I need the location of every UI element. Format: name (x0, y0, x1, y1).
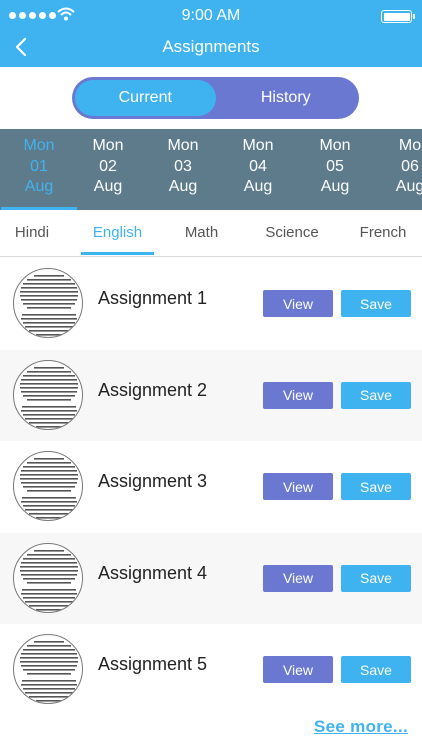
assignment-title: Assignment 2 (98, 379, 208, 400)
date-month: Aug (395, 178, 422, 195)
date-date: 04 (249, 157, 267, 175)
document-thumbnail (13, 359, 83, 430)
date-day: Mon (167, 137, 199, 154)
document-thumbnail (13, 634, 83, 704)
subject-tabs: Hindi English Math Science French (0, 210, 422, 257)
document-thumbnail (13, 451, 83, 521)
save-button[interactable]: Save (341, 381, 411, 409)
subject-tab-science[interactable]: Science (252, 210, 332, 257)
date-month: Aug (93, 178, 123, 195)
date-month: Aug (168, 178, 198, 195)
list-item: Assignment 4 View Save (0, 532, 422, 624)
assignment-title: Assignment 4 (98, 562, 208, 583)
tab-history[interactable]: History (216, 80, 357, 116)
date-date: 03 (174, 157, 192, 175)
status-time: 9:00 AM (181, 7, 241, 24)
date-item[interactable]: Mon 05 Aug (297, 129, 373, 210)
date-day: Mo (398, 137, 422, 154)
date-day: Mon (92, 137, 124, 154)
assignment-title: Assignment 5 (98, 654, 208, 674)
assignment-title: Assignment 1 (98, 288, 208, 308)
subject-tab-french[interactable]: French (346, 210, 420, 257)
segmented-control: Current History (72, 77, 359, 119)
subject-tab-label: Science (265, 224, 319, 241)
date-date: 05 (326, 157, 344, 175)
date-month: Aug (320, 178, 350, 195)
date-month: Aug (24, 178, 54, 195)
date-item[interactable]: Mo 06 Aug (372, 129, 422, 210)
list-item: Assignment 5 View Save (0, 624, 422, 716)
view-button[interactable]: View (263, 473, 333, 500)
view-button[interactable]: View (263, 290, 333, 317)
save-button[interactable]: Save (341, 290, 411, 317)
view-button[interactable]: View (263, 564, 333, 592)
subject-tab-english[interactable]: English (81, 210, 154, 257)
document-thumbnail (13, 542, 83, 613)
date-month: Aug (243, 178, 273, 195)
date-item[interactable]: Mon 03 Aug (145, 129, 221, 210)
assignment-title: Assignment 3 (98, 471, 208, 491)
save-button[interactable]: Save (341, 564, 411, 592)
segment-area: Current History (0, 67, 422, 129)
document-thumbnail (13, 268, 83, 338)
date-date: 01 (30, 157, 48, 175)
subject-tab-label: Hindi (14, 224, 50, 241)
see-more-link[interactable]: See more... (314, 717, 408, 737)
list-item: Assignment 2 View Save (0, 349, 422, 441)
assignment-list: Assignment 1 View Save Assignment 2 View Save… (0, 258, 422, 716)
date-day: Mon (319, 137, 351, 154)
date-item[interactable]: Mon 01 Aug (1, 129, 77, 210)
date-day: Mon (242, 137, 274, 154)
list-item: Assignment 1 View Save (0, 258, 422, 350)
list-item: Assignment 3 View Save (0, 441, 422, 533)
date-item[interactable]: Mon 02 Aug (70, 129, 146, 210)
date-day: Mon (23, 137, 55, 154)
view-button[interactable]: View (263, 381, 333, 409)
subject-selected-indicator (81, 252, 154, 255)
save-button[interactable]: Save (341, 656, 411, 683)
page-title: Assignments (162, 37, 260, 56)
view-button[interactable]: View (263, 656, 333, 683)
battery-icon (381, 10, 415, 23)
save-button[interactable]: Save (341, 473, 411, 500)
status-bar: 9:00 AM (0, 0, 422, 32)
date-date: 02 (99, 157, 117, 175)
tab-current[interactable]: Current (75, 80, 216, 116)
date-item[interactable]: Mon 04 Aug (220, 129, 296, 210)
subject-tab-math[interactable]: Math (165, 210, 238, 257)
subject-tab-label: English (92, 224, 143, 241)
subject-tab-label: Math (184, 224, 219, 241)
date-strip: Mon 01 Aug Mon 02 Aug Mon 03 Aug Mon 04 Aug Mon 05 Aug… (0, 129, 422, 210)
date-date: 06 (401, 157, 419, 175)
subject-tab-hindi[interactable]: Hindi (0, 210, 64, 257)
subject-tab-label: French (359, 224, 407, 241)
app-header: 9:00 AM Assignments (0, 0, 422, 67)
